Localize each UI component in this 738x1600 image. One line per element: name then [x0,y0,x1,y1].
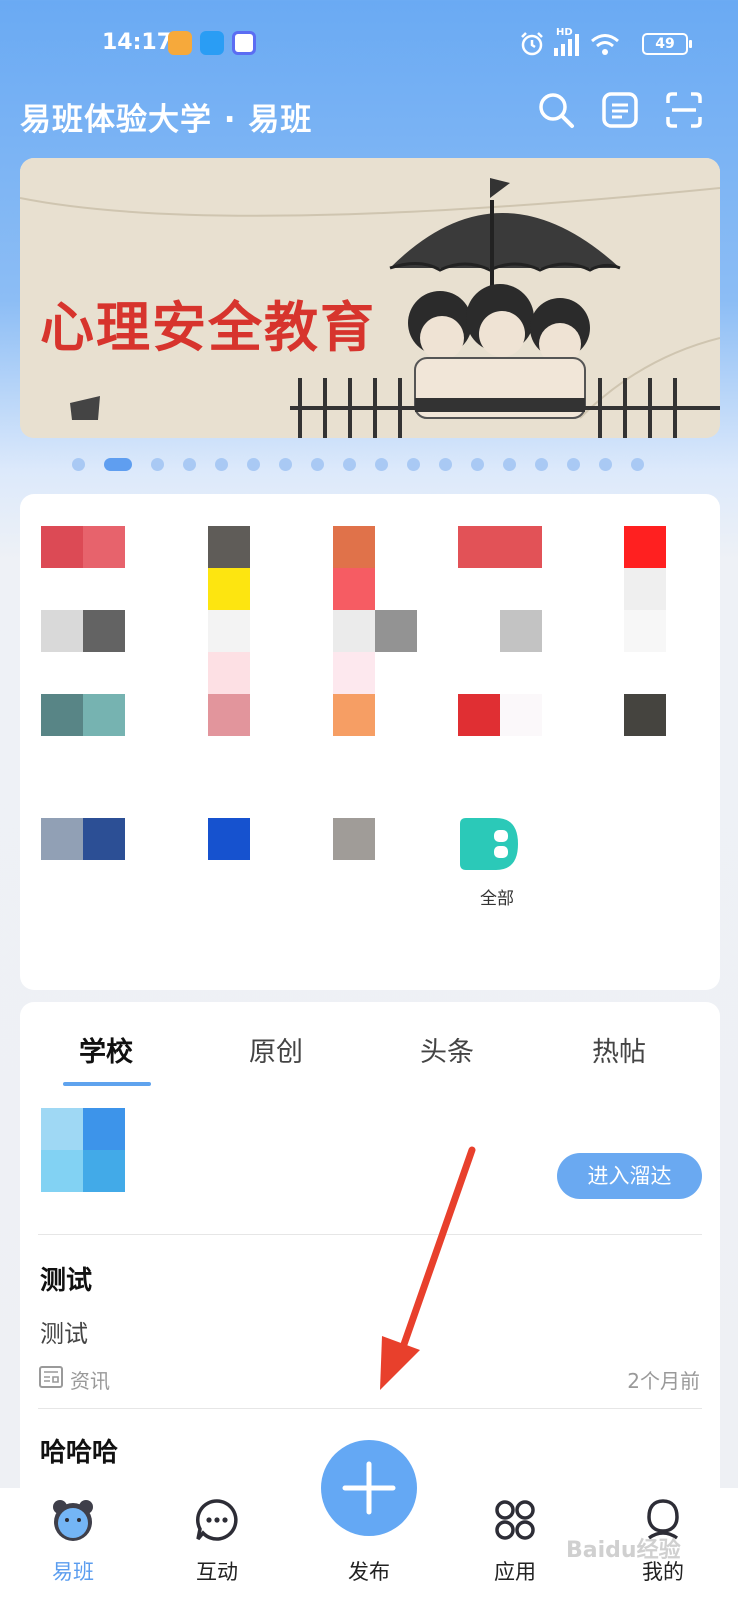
message-notification-icon [168,31,192,55]
nav-label: 应用 [494,1560,536,1584]
tab-original[interactable]: 原创 [249,1030,303,1069]
carousel-dot[interactable] [535,458,548,471]
nav-label: 发布 [348,1560,390,1584]
watermark: Baidu经验 [566,1538,681,1563]
carousel-dot[interactable] [72,458,85,471]
active-tab-indicator [63,1082,151,1086]
tab-hot-posts[interactable]: 热帖 [592,1030,646,1069]
carousel-dot[interactable] [247,458,260,471]
chat-icon [196,1499,238,1541]
carousel-dot[interactable] [407,458,420,471]
app-tile[interactable] [208,694,250,736]
alarm-icon [521,32,543,56]
wifi-icon [591,34,619,55]
banner-title: 心理安全教育 [40,296,376,359]
app-tile[interactable] [41,694,125,736]
carousel-dot[interactable] [104,458,132,471]
nav-apps[interactable]: 应用 [470,1488,560,1600]
carousel-dot[interactable] [151,458,164,471]
status-bar: 14:17 HD 49 [0,0,738,80]
app-title: 易班体验大学 · 易班 [20,102,313,138]
carousel-dot[interactable] [567,458,580,471]
sign-in-icon[interactable] [600,90,640,130]
carousel-dot[interactable] [215,458,228,471]
app-tile[interactable] [333,818,375,860]
signal-icon [554,34,579,56]
app-tile[interactable] [41,818,125,860]
app-tile[interactable] [333,526,375,610]
app-tile[interactable] [458,694,542,736]
app-grid: 全部 [20,494,720,990]
app-tile[interactable] [333,652,375,694]
battery-indicator: 49 [642,33,692,55]
video-notification-icon [232,31,256,55]
carousel-dot[interactable] [599,458,612,471]
divider [38,1408,702,1409]
nav-yiban[interactable]: 易班 [28,1488,118,1600]
nav-label: 互动 [196,1560,238,1584]
app-tile[interactable] [333,694,375,736]
scan-icon[interactable] [664,90,704,130]
nav-interact[interactable]: 互动 [172,1488,262,1600]
carousel-dot[interactable] [439,458,452,471]
post-title: 哈哈哈 [40,1438,119,1468]
post-body: 测试 [40,1320,88,1348]
school-avatar[interactable] [41,1108,125,1192]
carousel-dot[interactable] [311,458,324,471]
post-category: 资讯 [70,1369,110,1393]
app-tile[interactable] [624,694,666,736]
app-tile[interactable] [500,610,542,652]
carousel-dots [72,458,644,471]
app-header: 易班体验大学 · 易班 [0,80,738,150]
enter-stroll-button[interactable]: 进入溜达 [557,1153,702,1199]
app-tile[interactable] [41,526,125,568]
all-apps-icon [460,818,518,870]
app-tile[interactable] [333,610,417,652]
app-tile[interactable] [458,526,542,568]
search-icon[interactable] [536,90,576,130]
app-tile[interactable] [624,526,666,610]
chat-notification-icon [200,31,224,55]
banner-carousel[interactable]: 心理安全教育 [20,158,720,438]
bear-icon [53,1500,93,1541]
nav-label: 易班 [52,1560,94,1584]
carousel-dot[interactable] [503,458,516,471]
apps-icon [495,1500,535,1540]
all-apps-button[interactable]: 全部 [458,816,538,912]
app-tile[interactable] [208,526,250,610]
post-title: 测试 [40,1266,93,1296]
app-tile[interactable] [624,610,666,652]
status-time: 14:17 [102,30,173,55]
app-tile[interactable] [208,610,250,694]
plus-icon [342,1461,396,1515]
carousel-dot[interactable] [631,458,644,471]
carousel-dot[interactable] [183,458,196,471]
carousel-dot[interactable] [375,458,388,471]
annotation-arrow [380,1146,476,1390]
carousel-dot[interactable] [343,458,356,471]
tab-headlines[interactable]: 头条 [420,1030,474,1069]
feed-tabs: 学校 原创 头条 热帖 [20,1022,720,1092]
carousel-dot[interactable] [279,458,292,471]
tab-school[interactable]: 学校 [79,1030,133,1069]
post-time: 2个月前 [627,1369,700,1393]
carousel-dot[interactable] [471,458,484,471]
publish-button[interactable] [321,1440,417,1536]
app-tile[interactable] [41,610,125,652]
app-tile[interactable] [208,818,250,860]
all-apps-label: 全部 [480,889,514,909]
news-icon [39,1366,63,1388]
